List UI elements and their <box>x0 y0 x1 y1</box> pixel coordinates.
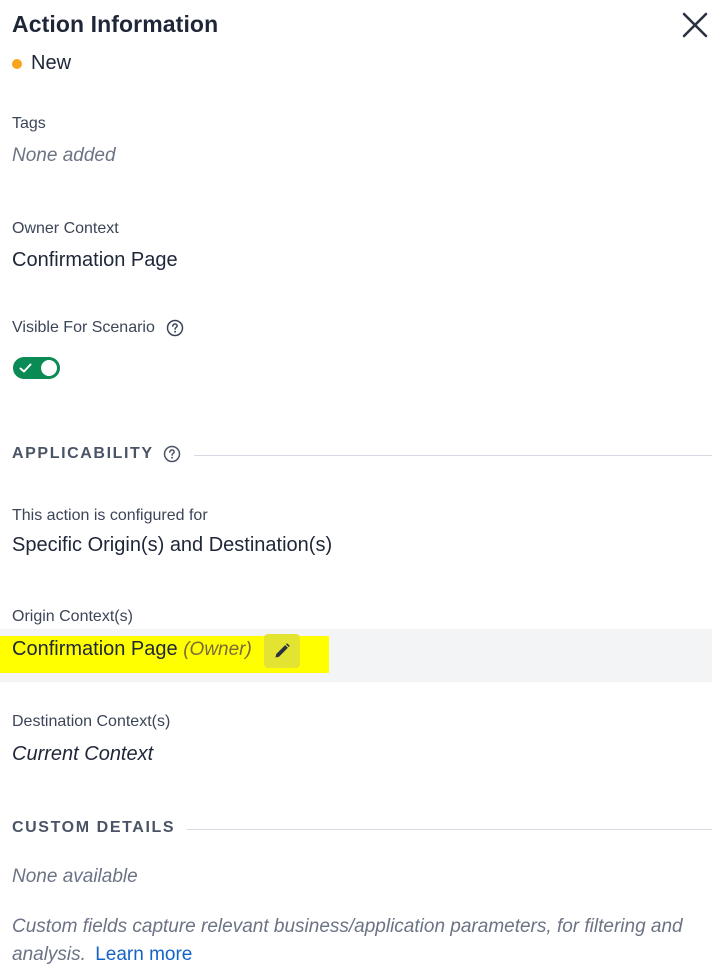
action-information-panel: Action Information New Tags None added O… <box>0 0 721 976</box>
applicability-heading: APPLICABILITY <box>12 445 154 462</box>
check-icon <box>19 363 32 373</box>
custom-details-heading: CUSTOM DETAILS <box>12 819 176 836</box>
panel-title: Action Information <box>12 11 219 37</box>
status-text: New <box>31 52 72 74</box>
help-circle-icon[interactable] <box>163 445 181 463</box>
help-circle-icon[interactable] <box>166 319 184 337</box>
destination-context-value: Current Context <box>12 743 154 765</box>
status-dot <box>12 58 22 69</box>
tags-label: Tags <box>12 115 46 132</box>
origin-context-value-group: Confirmation Page (Owner) <box>12 638 252 661</box>
applicability-divider <box>194 455 712 456</box>
status-badge: New <box>12 52 71 75</box>
visible-for-scenario-label: Visible For Scenario <box>12 319 155 336</box>
close-icon <box>682 12 708 38</box>
custom-details-value: None available <box>12 866 138 887</box>
edit-origin-button[interactable] <box>264 634 300 668</box>
configured-for-label: This action is configured for <box>12 507 208 524</box>
owner-context-label: Owner Context <box>12 220 119 237</box>
owner-context-value: Confirmation Page <box>12 249 178 271</box>
visible-for-scenario-toggle[interactable] <box>13 357 60 379</box>
pencil-icon <box>275 643 290 658</box>
tags-value: None added <box>12 145 116 166</box>
origin-owner-tag: (Owner) <box>183 639 252 660</box>
destination-context-label: Destination Context(s) <box>12 713 171 730</box>
visible-for-scenario-row: Visible For Scenario <box>12 319 184 337</box>
origin-context-label: Origin Context(s) <box>12 608 133 625</box>
configured-for-value: Specific Origin(s) and Destination(s) <box>12 534 333 556</box>
learn-more-link[interactable]: Learn more <box>95 944 192 965</box>
close-button[interactable] <box>680 10 710 40</box>
applicability-heading-row: APPLICABILITY <box>12 445 181 463</box>
custom-details-divider <box>187 829 712 830</box>
custom-details-description-block: Custom fields capture relevant business/… <box>12 913 702 969</box>
origin-context-value: Confirmation Page <box>12 638 178 660</box>
toggle-knob <box>41 360 57 376</box>
